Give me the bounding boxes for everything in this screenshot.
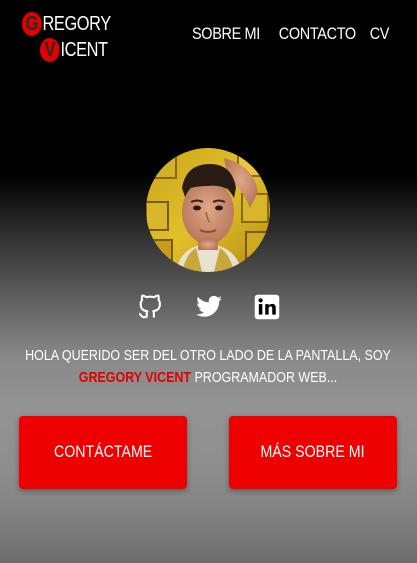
intro-text-before: HOLA QUERIDO SER DEL OTRO LADO DE LA PAN… (25, 348, 391, 364)
nav-link-sobre-mi[interactable]: SOBRE MI (192, 24, 260, 44)
twitter-icon (196, 295, 222, 317)
github-icon (138, 294, 161, 319)
intro-text: HOLA QUERIDO SER DEL OTRO LADO DE LA PAN… (8, 345, 409, 389)
linkedin-link[interactable] (253, 293, 281, 321)
github-link[interactable] (136, 293, 164, 321)
logo-initial-g: G (22, 12, 42, 36)
logo-initial-v: V (40, 38, 60, 62)
nav-link-cv[interactable]: CV (370, 24, 390, 44)
contact-button-label: CONTÁCTAME (53, 443, 153, 461)
nav-link-contacto[interactable]: CONTACTO (278, 24, 355, 44)
site-logo[interactable]: G REGORY V ICENT (22, 12, 122, 64)
social-links (0, 293, 417, 323)
linkedin-icon (254, 294, 280, 320)
main-nav: SOBRE MI CONTACTO CV (186, 24, 391, 44)
about-me-button[interactable]: MÁS SOBRE MI (229, 416, 397, 489)
logo-first-name: G REGORY (22, 12, 111, 36)
twitter-link[interactable] (195, 293, 223, 321)
about-me-button-label: MÁS SOBRE MI (260, 443, 366, 461)
logo-first-name-rest: REGORY (42, 12, 112, 35)
logo-last-name-rest: ICENT (60, 38, 109, 61)
intro-name: GREGORY VICENT (78, 370, 192, 386)
contact-button[interactable]: CONTÁCTAME (19, 416, 187, 489)
intro-text-after: PROGRAMADOR WEB... (191, 370, 338, 386)
profile-photo (146, 148, 270, 272)
logo-last-name: V ICENT (40, 38, 108, 62)
intro-paragraph: HOLA QUERIDO SER DEL OTRO LADO DE LA PAN… (10, 345, 406, 389)
avatar (146, 148, 270, 272)
